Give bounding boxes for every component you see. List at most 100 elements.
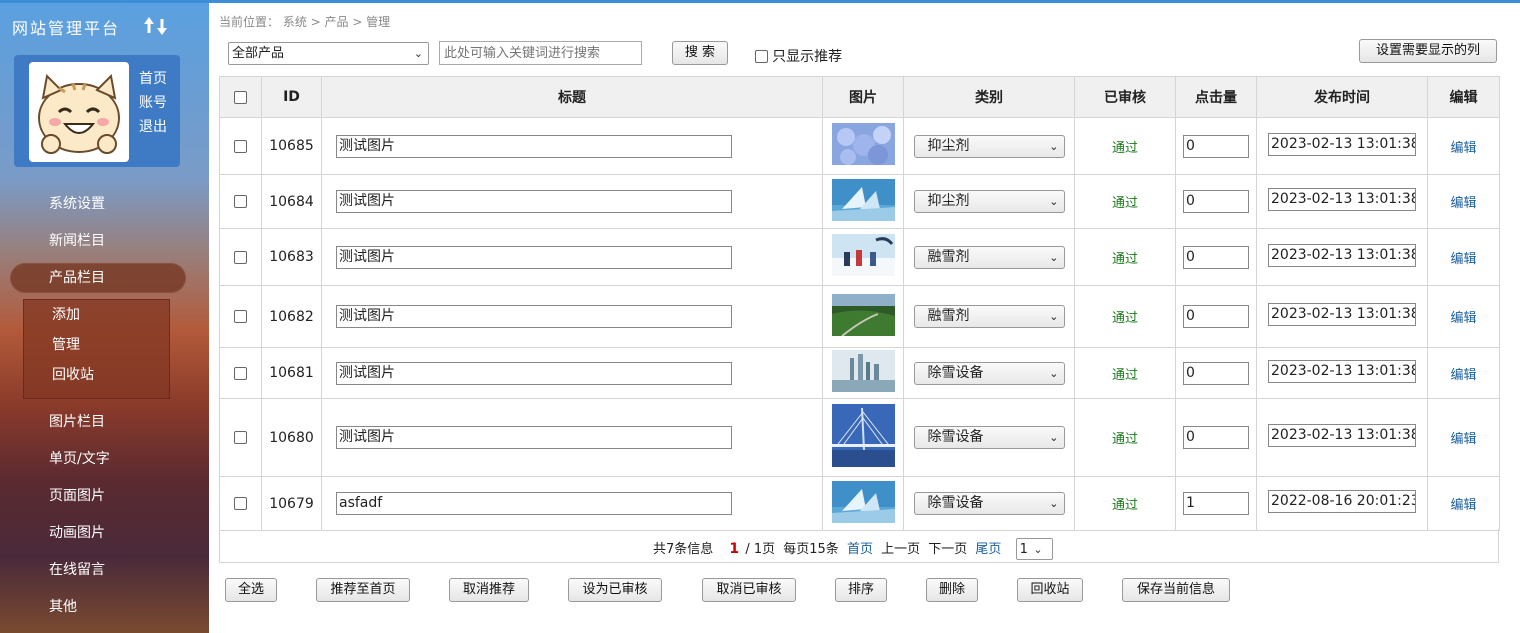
publish-time-input[interactable]: 2023-02-13 13:01:38 <box>1268 243 1416 267</box>
page-select[interactable]: 1 ⌄ <box>1015 537 1053 560</box>
last-page-link[interactable]: 尾页 <box>975 542 1001 557</box>
sidebar-item-products[interactable]: 产品栏目 <box>10 263 186 293</box>
hits-input[interactable]: 0 <box>1183 305 1249 328</box>
title-input[interactable]: 测试图片 <box>336 190 732 213</box>
cancel-reviewed-button[interactable]: 取消已审核 <box>702 578 796 602</box>
review-status[interactable]: 通过 <box>1112 252 1138 267</box>
row-checkbox[interactable] <box>234 250 247 264</box>
next-page-link[interactable]: 下一页 <box>928 542 967 557</box>
row-checkbox-cell[interactable] <box>219 285 262 348</box>
hits-input[interactable]: 0 <box>1183 134 1249 158</box>
review-status[interactable]: 通过 <box>1112 141 1138 156</box>
select-all-header[interactable] <box>219 76 262 118</box>
row-checkbox-cell[interactable] <box>219 228 262 286</box>
row-checkbox[interactable] <box>234 139 247 153</box>
publish-time-input[interactable]: 2022-08-16 20:01:23 <box>1268 490 1416 513</box>
category-select[interactable]: 抑尘剂 ⌄ <box>913 190 1065 213</box>
review-status[interactable]: 通过 <box>1112 196 1138 211</box>
recommend-home-button[interactable]: 推荐至首页 <box>316 578 410 602</box>
sidebar-item-system-settings[interactable]: 系统设置 <box>10 189 186 219</box>
edit-link[interactable]: 编辑 <box>1450 432 1476 447</box>
product-thumbnail[interactable] <box>831 350 895 392</box>
publish-time-input[interactable]: 2023-02-13 13:01:38 <box>1268 303 1416 326</box>
edit-link[interactable]: 编辑 <box>1450 252 1476 267</box>
title-input[interactable]: 测试图片 <box>336 245 732 269</box>
save-current-button[interactable]: 保存当前信息 <box>1122 578 1230 602</box>
hits-input[interactable]: 1 <box>1183 492 1249 515</box>
recommend-only-toggle[interactable]: 只显示推荐 <box>755 46 842 66</box>
set-reviewed-button[interactable]: 设为已审核 <box>568 578 662 602</box>
sidebar-item-messages[interactable]: 在线留言 <box>10 555 186 585</box>
search-button[interactable]: 搜 索 <box>672 41 728 65</box>
home-link[interactable]: 首页 <box>139 67 167 91</box>
edit-link[interactable]: 编辑 <box>1450 141 1476 156</box>
sort-button[interactable]: 排序 <box>835 578 887 602</box>
product-thumbnail[interactable] <box>831 178 895 221</box>
row-checkbox[interactable] <box>234 431 247 444</box>
select-all-button[interactable]: 全选 <box>225 578 277 602</box>
category-select[interactable]: 融雪剂 ⌄ <box>913 305 1065 328</box>
collapse-toggle-icon[interactable] <box>143 15 173 41</box>
category-select[interactable]: 融雪剂 ⌄ <box>913 245 1065 269</box>
title-input[interactable]: asfadf <box>336 492 732 515</box>
account-link[interactable]: 账号 <box>139 91 167 115</box>
sidebar-item-page-images[interactable]: 页面图片 <box>10 481 186 511</box>
sidebar-item-single-page[interactable]: 单页/文字 <box>10 444 186 474</box>
edit-link[interactable]: 编辑 <box>1450 196 1476 211</box>
search-input[interactable] <box>439 41 642 65</box>
category-select[interactable]: 除雪设备 ⌄ <box>913 492 1065 515</box>
row-checkbox[interactable] <box>234 195 247 208</box>
title-input[interactable]: 测试图片 <box>336 426 732 449</box>
edit-link[interactable]: 编辑 <box>1450 311 1476 326</box>
category-select[interactable]: 抑尘剂 ⌄ <box>913 134 1065 158</box>
publish-time-input[interactable]: 2023-02-13 13:01:38 <box>1268 132 1416 156</box>
hits-input[interactable]: 0 <box>1183 426 1249 449</box>
row-checkbox-cell[interactable] <box>219 398 262 477</box>
subnav-item-manage[interactable]: 管理 <box>24 330 169 360</box>
category-select[interactable]: 除雪设备 ⌄ <box>913 426 1065 449</box>
title-input[interactable]: 测试图片 <box>336 361 732 385</box>
row-checkbox[interactable] <box>234 366 247 380</box>
row-checkbox-cell[interactable] <box>219 347 262 399</box>
category-filter-select[interactable]: 全部产品 ⌄ <box>228 42 429 65</box>
sidebar-item-news[interactable]: 新闻栏目 <box>10 226 186 256</box>
product-thumbnail[interactable] <box>831 480 895 523</box>
title-input[interactable]: 测试图片 <box>336 305 732 328</box>
select-all-checkbox[interactable] <box>234 90 247 104</box>
hits-input[interactable]: 0 <box>1183 361 1249 385</box>
recycle-button[interactable]: 回收站 <box>1017 578 1083 602</box>
publish-time-input[interactable]: 2023-02-13 13:01:38 <box>1268 359 1416 383</box>
publish-time-input[interactable]: 2023-02-13 13:01:38 <box>1268 188 1416 211</box>
row-checkbox[interactable] <box>234 497 247 510</box>
review-status[interactable]: 通过 <box>1112 311 1138 326</box>
review-status[interactable]: 通过 <box>1112 498 1138 513</box>
delete-button[interactable]: 删除 <box>926 578 978 602</box>
review-status[interactable]: 通过 <box>1112 432 1138 447</box>
row-checkbox-cell[interactable] <box>219 174 262 229</box>
category-select[interactable]: 除雪设备 ⌄ <box>913 361 1065 385</box>
review-status[interactable]: 通过 <box>1112 368 1138 383</box>
product-thumbnail[interactable] <box>831 293 895 336</box>
subnav-item-add[interactable]: 添加 <box>24 300 169 330</box>
sidebar-item-pictures[interactable]: 图片栏目 <box>10 407 186 437</box>
first-page-link[interactable]: 首页 <box>847 542 873 557</box>
hits-input[interactable]: 0 <box>1183 190 1249 213</box>
sidebar-item-animations[interactable]: 动画图片 <box>10 518 186 548</box>
row-checkbox[interactable] <box>234 310 247 323</box>
row-checkbox-cell[interactable] <box>219 476 262 531</box>
row-checkbox-cell[interactable] <box>219 117 262 175</box>
column-settings-button[interactable]: 设置需要显示的列 <box>1359 39 1497 63</box>
subnav-item-recycle[interactable]: 回收站 <box>24 360 169 390</box>
edit-link[interactable]: 编辑 <box>1450 498 1476 513</box>
product-thumbnail[interactable] <box>831 123 895 165</box>
recommend-only-checkbox[interactable] <box>755 49 768 63</box>
cancel-recommend-button[interactable]: 取消推荐 <box>449 578 529 602</box>
logout-link[interactable]: 退出 <box>139 115 167 139</box>
publish-time-input[interactable]: 2023-02-13 13:01:38 <box>1268 424 1416 447</box>
product-thumbnail[interactable] <box>831 234 895 276</box>
hits-input[interactable]: 0 <box>1183 245 1249 269</box>
product-thumbnail[interactable] <box>831 404 895 467</box>
title-input[interactable]: 测试图片 <box>336 134 732 158</box>
prev-page-link[interactable]: 上一页 <box>881 542 920 557</box>
edit-link[interactable]: 编辑 <box>1450 368 1476 383</box>
